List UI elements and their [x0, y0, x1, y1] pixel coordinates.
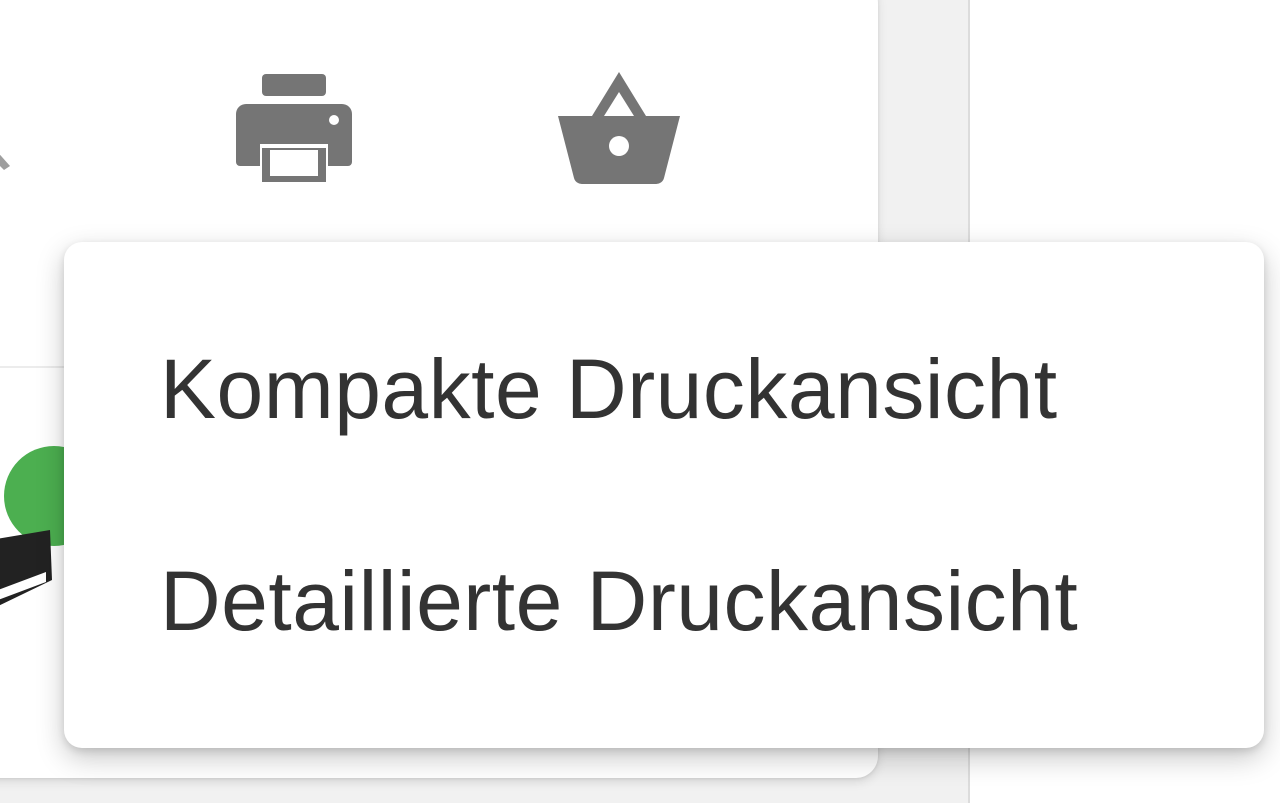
print-icon[interactable] [232, 70, 356, 188]
menu-item-compact-print-view[interactable]: Kompakte Druckansicht [64, 314, 1264, 464]
app-viewport: Kompakte Druckansicht Detaillierte Druck… [0, 0, 1280, 803]
print-options-menu: Kompakte Druckansicht Detaillierte Druck… [64, 242, 1264, 748]
shopping-basket-icon[interactable] [552, 66, 686, 188]
chevron-icon[interactable] [0, 140, 20, 180]
user-icon [0, 520, 70, 630]
menu-item-detailed-print-view[interactable]: Detaillierte Druckansicht [64, 526, 1264, 676]
